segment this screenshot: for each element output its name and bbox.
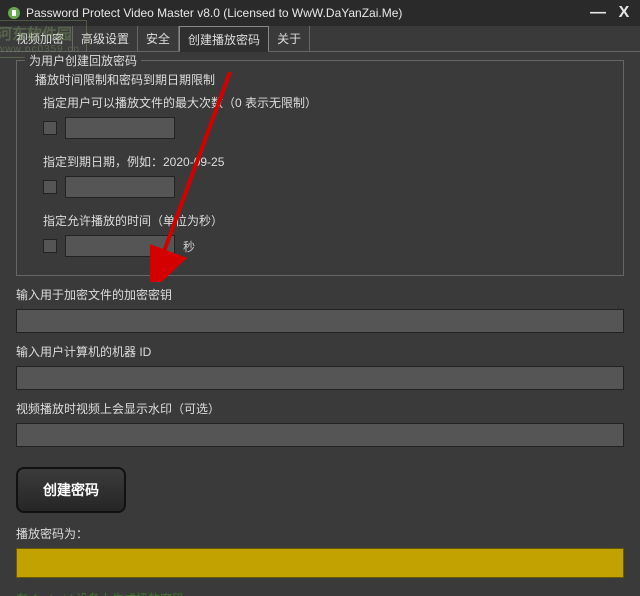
create-password-button[interactable]: 创建密码 (16, 467, 126, 513)
output-label: 播放密码为： (16, 525, 624, 542)
titlebar: Password Protect Video Master v8.0 (Lice… (0, 0, 640, 26)
encrypt-key-label: 输入用于加密文件的加密密钥 (16, 286, 624, 303)
password-output[interactable] (16, 548, 624, 578)
titlebar-left: Password Protect Video Master v8.0 (Lice… (6, 5, 402, 21)
machine-id-label: 输入用户计算机的机器 ID (16, 343, 624, 360)
max-plays-label: 指定用户可以播放文件的最大次数（0 表示无限制） (43, 94, 611, 111)
duration-row: 秒 (43, 235, 611, 257)
watermark-input[interactable] (16, 423, 624, 447)
app-icon (6, 5, 22, 21)
max-plays-checkbox[interactable] (43, 121, 57, 135)
expire-label: 指定到期日期，例如：2020-09-25 (43, 153, 611, 170)
groupbox-title: 为用户创建回放密码 (25, 52, 141, 69)
tab-advanced[interactable]: 高级设置 (73, 26, 138, 51)
watermark-field-label: 视频播放时视频上会显示水印（可选） (16, 400, 624, 417)
max-plays-input[interactable] (65, 117, 175, 139)
close-button[interactable]: X (614, 4, 634, 22)
expire-input[interactable] (65, 176, 175, 198)
minimize-button[interactable]: — (588, 4, 608, 22)
duration-suffix: 秒 (183, 238, 195, 255)
tab-create-password[interactable]: 创建播放密码 (179, 26, 269, 52)
expire-checkbox[interactable] (43, 180, 57, 194)
machine-id-input[interactable] (16, 366, 624, 390)
expire-row (43, 176, 611, 198)
encrypt-key-input[interactable] (16, 309, 624, 333)
max-plays-row (43, 117, 611, 139)
android-link[interactable]: 在 Android 设备上生成播放密码 (16, 590, 184, 596)
tab-video-encrypt[interactable]: 视频加密 (8, 26, 73, 51)
playback-password-group: 为用户创建回放密码 播放时间限制和密码到期日期限制 指定用户可以播放文件的最大次… (16, 60, 624, 276)
limit-heading: 播放时间限制和密码到期日期限制 (35, 71, 611, 88)
content-area: 为用户创建回放密码 播放时间限制和密码到期日期限制 指定用户可以播放文件的最大次… (0, 52, 640, 596)
tab-security[interactable]: 安全 (138, 26, 179, 51)
tab-about[interactable]: 关于 (269, 26, 310, 51)
duration-checkbox[interactable] (43, 239, 57, 253)
duration-input[interactable] (65, 235, 175, 257)
app-window: Password Protect Video Master v8.0 (Lice… (0, 0, 640, 596)
window-title: Password Protect Video Master v8.0 (Lice… (26, 6, 402, 20)
tab-bar: 视频加密 高级设置 安全 创建播放密码 关于 (0, 26, 640, 52)
duration-label: 指定允许播放的时间（单位为秒） (43, 212, 611, 229)
window-controls: — X (588, 4, 634, 22)
